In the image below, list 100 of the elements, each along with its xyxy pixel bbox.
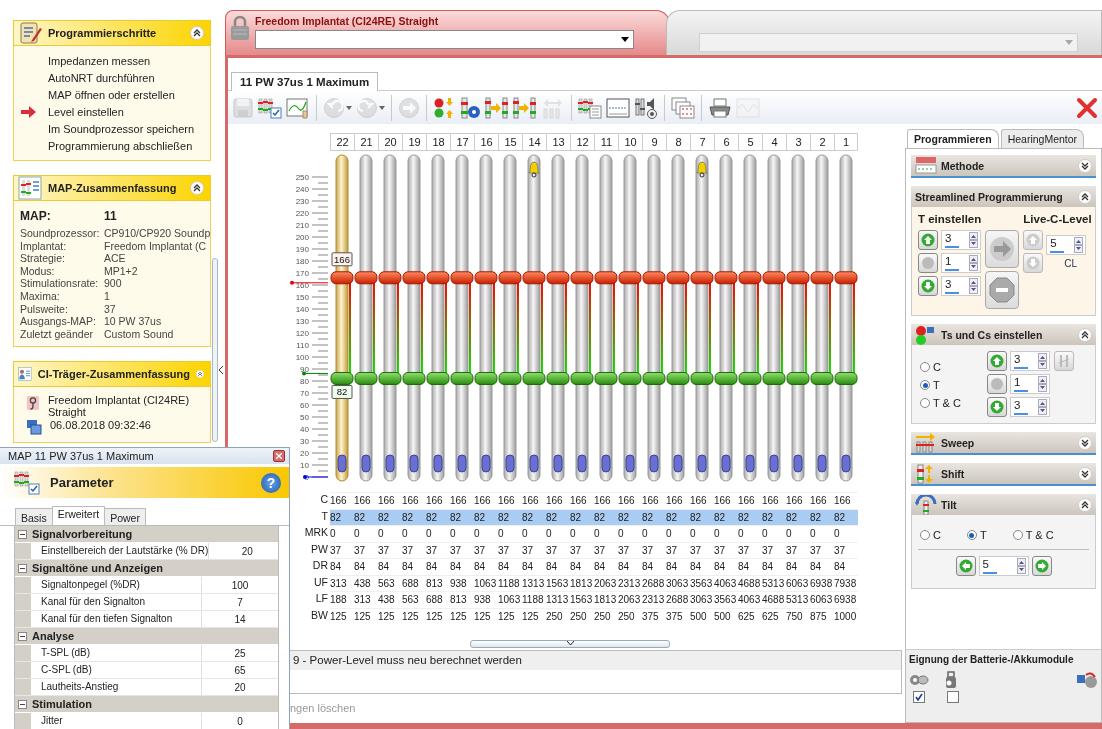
expand-icon[interactable] (1078, 158, 1092, 173)
channel-number[interactable]: 18 (426, 133, 450, 151)
spin-field[interactable]: 3 (1009, 397, 1050, 417)
marker-handle[interactable] (553, 454, 563, 473)
property-value[interactable]: 25 (202, 647, 278, 659)
collapse-icon[interactable] (1078, 327, 1092, 342)
t-level-handle[interactable] (738, 371, 762, 385)
property-value[interactable]: 100 (202, 579, 278, 591)
property-value[interactable]: 65 (202, 664, 278, 676)
channel-number[interactable]: 1 (834, 133, 858, 151)
c-level-handle[interactable] (786, 271, 810, 285)
marker-handle[interactable] (649, 454, 659, 473)
marker-handle[interactable] (697, 454, 707, 473)
t-level-handle[interactable] (450, 371, 474, 385)
c-level-handle[interactable] (834, 271, 858, 285)
t-level-handle[interactable] (834, 371, 858, 385)
channel-number[interactable]: 12 (570, 133, 594, 151)
expand-icon[interactable] (1078, 435, 1092, 450)
c-level-handle[interactable] (426, 271, 450, 285)
step-link[interactable]: Impedanzen messen (48, 54, 151, 67)
chart-icon[interactable] (286, 96, 310, 119)
marker-handle[interactable] (385, 454, 395, 473)
t-level-handle[interactable] (762, 371, 786, 385)
apply-button[interactable] (985, 230, 1020, 268)
c-level-handle[interactable] (522, 271, 546, 285)
section-header[interactable]: Ts und Cs einstellen (911, 324, 1096, 345)
increase-button[interactable] (918, 230, 938, 250)
scrollbar[interactable] (212, 258, 218, 442)
radio-button[interactable] (920, 530, 930, 540)
radio-option[interactable]: C (920, 361, 961, 373)
channel-number[interactable]: 15 (498, 133, 522, 151)
tilt-left-button[interactable] (955, 556, 976, 576)
spin-arrows-icon[interactable] (1016, 558, 1026, 574)
c-level-handle[interactable] (810, 271, 834, 285)
marker-handle[interactable] (337, 454, 347, 473)
marker-handle[interactable] (841, 454, 851, 473)
marker-handle[interactable] (433, 454, 443, 473)
stop-button[interactable] (985, 271, 1020, 309)
t-level-handle[interactable] (786, 371, 810, 385)
spin-field[interactable]: 3 (941, 230, 981, 250)
checkbox[interactable] (947, 691, 959, 703)
spin-arrows-icon[interactable] (1074, 236, 1084, 253)
collapse-icon[interactable] (190, 26, 204, 40)
c-level-handle[interactable] (594, 271, 618, 285)
t-level-handle[interactable] (474, 371, 498, 385)
collapse-icon[interactable] (18, 631, 27, 641)
sliders-check-icon[interactable] (258, 96, 282, 119)
collapse-icon[interactable] (18, 529, 27, 539)
t-level-handle[interactable] (594, 371, 618, 385)
c-level-handle[interactable] (450, 271, 474, 285)
channel-number[interactable]: 10 (618, 133, 642, 151)
t-level-handle[interactable] (690, 371, 714, 385)
section-header[interactable]: Shift (911, 463, 1096, 486)
collapse-icon[interactable] (1078, 497, 1092, 512)
channel-number[interactable]: 3 (786, 133, 810, 151)
dropdown[interactable] (255, 30, 634, 49)
spin-arrows-icon[interactable] (969, 255, 978, 271)
channel-number[interactable]: 5 (738, 133, 762, 151)
c-level-handle[interactable] (378, 271, 402, 285)
c-level-handle[interactable] (570, 271, 594, 285)
c-level-handle[interactable] (330, 271, 354, 285)
channel-number[interactable]: 21 (354, 133, 378, 151)
t-level-handle[interactable] (426, 371, 450, 385)
step-link[interactable]: MAP öffnen oder erstellen (48, 88, 175, 101)
marker-handle[interactable] (673, 454, 683, 473)
c-level-handle[interactable] (762, 271, 786, 285)
radio-option[interactable]: T (966, 529, 987, 541)
channel-number[interactable]: 14 (522, 133, 546, 151)
spin-field[interactable]: 3 (941, 276, 981, 296)
c-level-handle[interactable] (738, 271, 762, 285)
section-header[interactable]: Sweep (911, 432, 1096, 455)
spin-arrows-icon[interactable] (1037, 376, 1047, 392)
group-header[interactable]: Signalvorbereitung (15, 526, 278, 543)
step-link[interactable]: Programmierung abschließen (48, 139, 193, 152)
property-value[interactable]: 20 (202, 681, 278, 693)
t-level-handle[interactable] (402, 371, 426, 385)
sliders-speaker-icon[interactable] (634, 96, 658, 119)
panel-tab[interactable]: HearingMentor (1000, 129, 1085, 148)
slider-arrow-icon[interactable] (513, 96, 537, 119)
c-level-handle[interactable] (618, 271, 642, 285)
step-link[interactable]: Im Soundprozessor speichern (48, 122, 195, 135)
collapse-caret-icon[interactable] (219, 366, 224, 374)
t-level-handle[interactable] (666, 371, 690, 385)
t-level-handle[interactable] (378, 371, 402, 385)
spin-field[interactable]: 5 (978, 556, 1029, 576)
t-level-handle[interactable] (498, 371, 522, 385)
t-level-handle[interactable] (330, 371, 354, 385)
t-level-handle[interactable] (618, 371, 642, 385)
marker-handle[interactable] (745, 454, 755, 473)
marker-handle[interactable] (769, 454, 779, 473)
c-level-handle[interactable] (690, 271, 714, 285)
property-value[interactable]: 14 (202, 613, 278, 625)
marker-handle[interactable] (505, 454, 515, 473)
c-level-handle[interactable] (498, 271, 522, 285)
radio-option[interactable]: C (920, 529, 941, 541)
section-header[interactable]: Tilt (911, 494, 1096, 515)
decrease-button[interactable] (918, 276, 938, 296)
channel-number[interactable]: 2 (810, 133, 834, 151)
spin-field[interactable]: 1 (1009, 374, 1050, 394)
tilt-right-button[interactable] (1031, 556, 1052, 576)
